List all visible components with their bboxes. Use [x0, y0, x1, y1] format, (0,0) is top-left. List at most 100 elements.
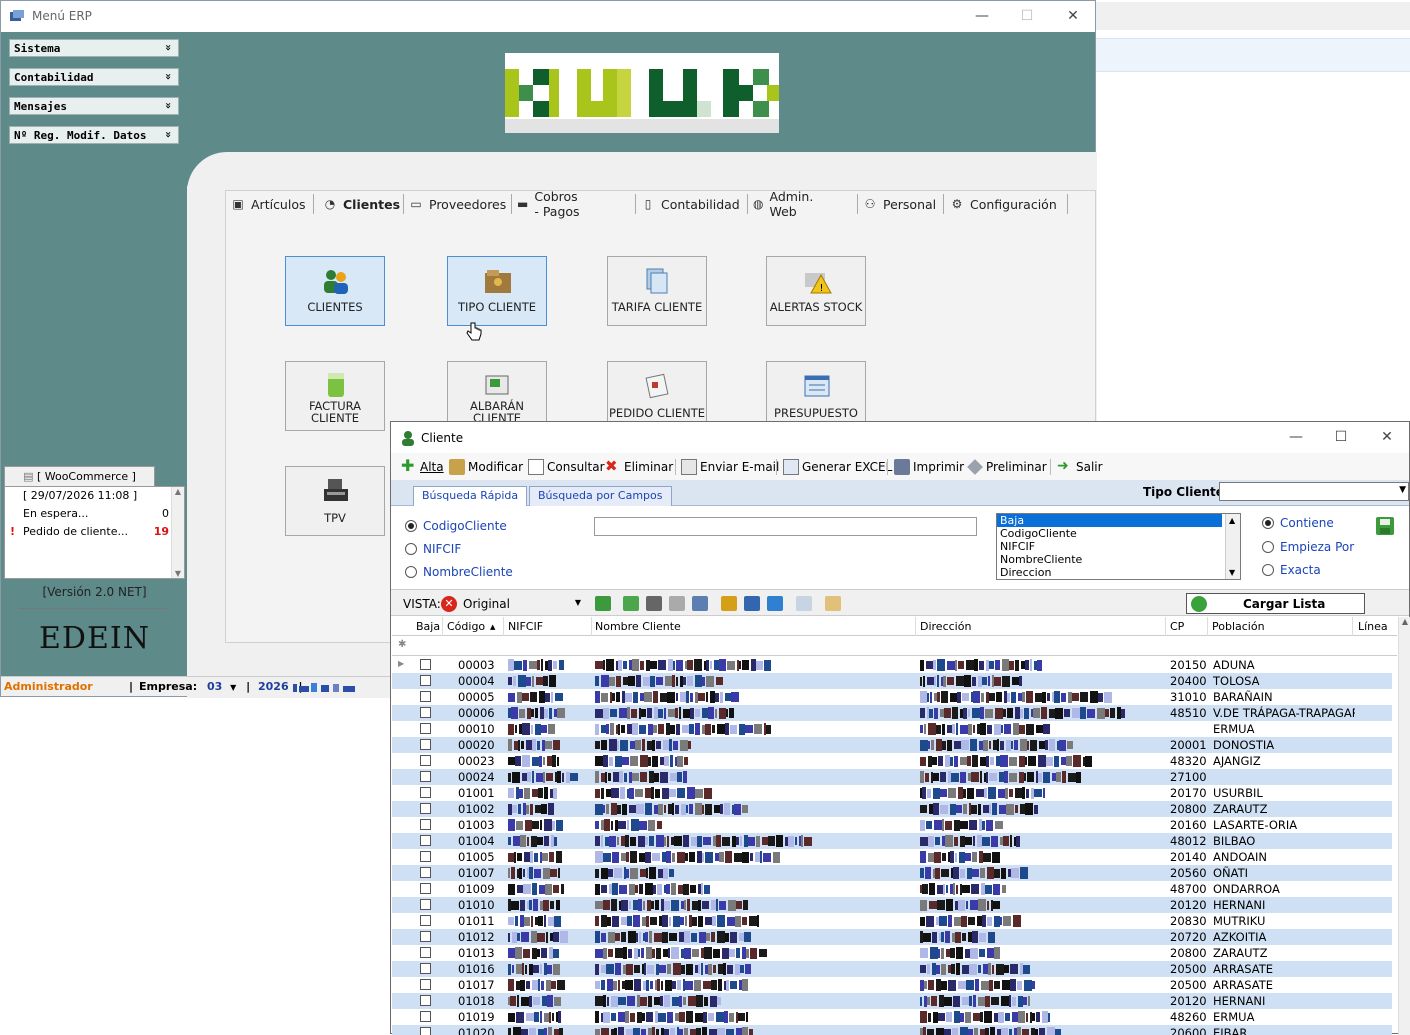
- baja-checkbox[interactable]: [420, 803, 431, 814]
- baja-checkbox[interactable]: [420, 739, 431, 750]
- tab-admin-web[interactable]: ◍Admin. Web: [753, 192, 817, 216]
- field-listbox[interactable]: Baja CodigoCliente NIFCIF NombreCliente …: [996, 513, 1241, 580]
- maximize-button[interactable]: ☐: [1004, 1, 1050, 32]
- vista-select[interactable]: ✕ Original ▼: [441, 594, 583, 613]
- maximize-button[interactable]: ☐: [1318, 422, 1364, 453]
- radio-nifcif[interactable]: NIFCIF: [405, 542, 461, 556]
- palette-icon[interactable]: [721, 596, 737, 611]
- new-row[interactable]: ✱: [392, 636, 1397, 656]
- preliminar-button[interactable]: Preliminar: [967, 457, 1047, 477]
- print-icon[interactable]: [646, 596, 662, 611]
- baja-checkbox[interactable]: [420, 883, 431, 894]
- minimize-button[interactable]: —: [1273, 422, 1319, 453]
- col-direccion[interactable]: Dirección: [920, 620, 971, 633]
- baja-checkbox[interactable]: [420, 707, 431, 718]
- alta-button[interactable]: ✚Alta: [401, 457, 444, 477]
- col-linea[interactable]: Línea: [1358, 620, 1388, 633]
- table-row[interactable]: 0002348320AJANGIZ: [392, 753, 1392, 769]
- columns-icon[interactable]: [744, 596, 760, 611]
- upload-icon[interactable]: [767, 596, 783, 611]
- menu-contabilidad[interactable]: Contabilidad »: [9, 68, 179, 86]
- radio-contiene[interactable]: Contiene: [1262, 516, 1334, 530]
- close-button[interactable]: ✕: [1364, 422, 1410, 453]
- table-row[interactable]: 0100520140ANDOAIN: [392, 849, 1392, 865]
- list-item[interactable]: Baja: [997, 514, 1222, 527]
- table-row[interactable]: 0100448012BILBAO: [392, 833, 1392, 849]
- save-view-icon[interactable]: [595, 596, 611, 611]
- table-row[interactable]: 0101220720AZKOITIA: [392, 929, 1392, 945]
- table-row[interactable]: 0100220800ZARAUTZ: [392, 801, 1392, 817]
- list-item[interactable]: NIFCIF: [997, 540, 1240, 553]
- table-row[interactable]: 0101120830MUTRIKU: [392, 913, 1392, 929]
- modificar-button[interactable]: Modificar: [449, 457, 523, 477]
- tile-alertas-stock[interactable]: ! ALERTAS STOCK: [766, 256, 866, 326]
- col-cp[interactable]: CP: [1170, 620, 1184, 633]
- close-button[interactable]: ✕: [1050, 1, 1096, 32]
- listbox-scrollbar[interactable]: ▲▼: [1225, 514, 1240, 579]
- radio-exacta[interactable]: Exacta: [1262, 563, 1321, 577]
- baja-checkbox[interactable]: [420, 931, 431, 942]
- cargar-lista-button[interactable]: Cargar Lista: [1186, 593, 1365, 614]
- baja-checkbox[interactable]: [420, 835, 431, 846]
- tile-factura-cliente[interactable]: FACTURA CLIENTE: [285, 361, 385, 431]
- table-row[interactable]: 0101620500ARRASATE: [392, 961, 1392, 977]
- imprimir-button[interactable]: Imprimir: [894, 457, 964, 477]
- baja-checkbox[interactable]: [420, 963, 431, 974]
- tipo-cliente-select[interactable]: ▼: [1219, 482, 1409, 501]
- baja-checkbox[interactable]: [420, 723, 431, 734]
- consultar-button[interactable]: Consultar: [528, 457, 605, 477]
- baja-checkbox[interactable]: [420, 675, 431, 686]
- baja-checkbox[interactable]: [420, 691, 431, 702]
- tab-cobros-pagos[interactable]: ▬Cobros - Pagos: [517, 192, 580, 216]
- baja-checkbox[interactable]: [420, 659, 431, 670]
- list-item[interactable]: CodigoCliente: [997, 527, 1240, 540]
- table-row[interactable]: 0100320160LASARTE-ORIA: [392, 817, 1392, 833]
- table-row[interactable]: 00010ERMUA: [392, 721, 1392, 737]
- table-row[interactable]: 0000648510V.DE TRÁPAGA-TRAPAGARAN: [392, 705, 1392, 721]
- baja-checkbox[interactable]: [420, 899, 431, 910]
- grid-scrollbar[interactable]: ▲: [1398, 617, 1410, 1035]
- chevron-down-icon[interactable]: ▼: [230, 683, 236, 692]
- col-nombre-cliente[interactable]: Nombre Cliente: [595, 620, 681, 633]
- table-row[interactable]: 0000420400TOLOSA: [392, 673, 1392, 689]
- radio-codigocliente[interactable]: CodigoCliente: [405, 519, 507, 533]
- baja-checkbox[interactable]: [420, 1011, 431, 1022]
- baja-checkbox[interactable]: [420, 755, 431, 766]
- table-row[interactable]: 0000531010BARAÑAIN: [392, 689, 1392, 705]
- woocommerce-tab[interactable]: ▤ [ WooCommerce ]: [4, 466, 155, 487]
- col-baja[interactable]: Baja: [416, 620, 440, 633]
- baja-checkbox[interactable]: [420, 867, 431, 878]
- tab-busqueda-rapida[interactable]: Búsqueda Rápida: [413, 486, 527, 506]
- tile-albaran-cliente[interactable]: ALBARÁN CLIENTE: [447, 361, 547, 423]
- table-row[interactable]: 0100720560OÑATI: [392, 865, 1392, 881]
- tab-articulos[interactable]: ▣Artículos: [231, 192, 306, 216]
- copy-icon[interactable]: [669, 596, 685, 611]
- col-nifcif[interactable]: NIFCIF: [508, 620, 543, 633]
- woo-pedido-row[interactable]: ! Pedido de cliente... 19: [5, 523, 173, 541]
- menu-reg-modif[interactable]: Nº Reg. Modif. Datos »: [9, 126, 179, 144]
- table-row[interactable]: ▶0000320150ADUNA: [392, 657, 1392, 673]
- eliminar-button[interactable]: ✖Eliminar: [605, 457, 673, 477]
- tile-tarifa-cliente[interactable]: TARIFA CLIENTE: [607, 256, 707, 326]
- tab-busqueda-campos[interactable]: Búsqueda por Campos: [529, 486, 672, 506]
- table-row[interactable]: 0100120170USURBIL: [392, 785, 1392, 801]
- table-row[interactable]: 0101720500ARRASATE: [392, 977, 1392, 993]
- woo-scrollbar[interactable]: ▲▼: [171, 487, 184, 578]
- clear-view-icon[interactable]: ✕: [441, 596, 457, 612]
- tile-pedido-cliente[interactable]: PEDIDO CLIENTE: [607, 361, 707, 423]
- expand-icon[interactable]: [623, 596, 639, 611]
- table-row[interactable]: 0101020120HERNANI: [392, 897, 1392, 913]
- table-row[interactable]: 0101320800ZARAUTZ: [392, 945, 1392, 961]
- menu-sistema[interactable]: Sistema »: [9, 39, 179, 57]
- baja-checkbox[interactable]: [420, 995, 431, 1006]
- table-row[interactable]: 0100948700ONDARROA: [392, 881, 1392, 897]
- tab-personal[interactable]: ⚇Personal: [863, 192, 936, 216]
- col-codigo[interactable]: Código: [447, 620, 485, 633]
- enviar-email-button[interactable]: Enviar E-mail: [681, 457, 779, 477]
- list-item[interactable]: NombreCliente: [997, 553, 1240, 566]
- baja-checkbox[interactable]: [420, 979, 431, 990]
- empresa-value[interactable]: 03: [207, 680, 222, 693]
- tab-configuracion[interactable]: ⚙Configuración: [950, 192, 1057, 216]
- baja-checkbox[interactable]: [420, 787, 431, 798]
- radio-empieza-por[interactable]: Empieza Por: [1262, 540, 1354, 554]
